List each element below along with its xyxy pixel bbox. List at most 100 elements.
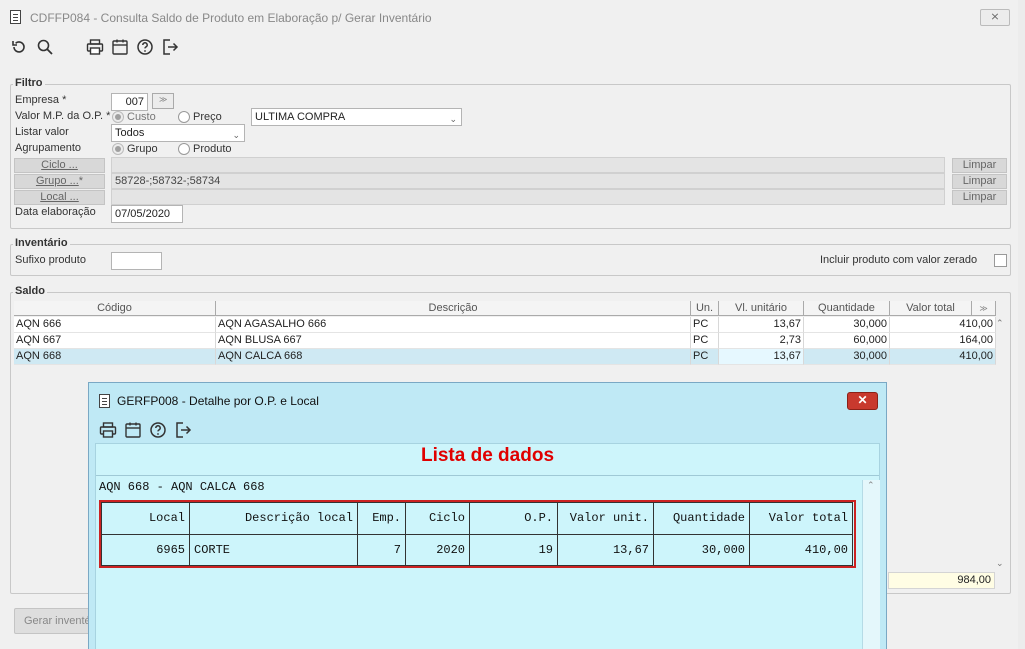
window-title: CDFFP084 - Consulta Saldo de Produto em … (30, 11, 432, 25)
lista-de-dados-heading: Lista de dados (420, 445, 555, 466)
table-cell[interactable]: 164,00 (890, 333, 996, 349)
grupo-field: 58728-;58732-;58734 (111, 173, 945, 189)
col-header-un[interactable]: Un. (691, 301, 719, 316)
chevron-down-icon: ⌄ (232, 130, 240, 140)
grupo-limpar-button[interactable]: Limpar (952, 174, 1007, 189)
local-button-label: Local ... (40, 191, 79, 203)
table-cell[interactable]: PC (691, 333, 719, 349)
exit-icon[interactable] (174, 421, 192, 439)
table-cell[interactable]: AQN AGASALHO 666 (216, 317, 691, 333)
document-icon (99, 394, 110, 408)
dialog-toolbar (99, 421, 199, 441)
table-cell[interactable]: PC (691, 317, 719, 333)
dialog-close-button[interactable]: ✕ (847, 392, 878, 410)
print-icon[interactable] (99, 421, 117, 439)
ciclo-button[interactable]: Ciclo ... (14, 158, 105, 173)
preco-select-value: ULTIMA COMPRA (255, 111, 346, 123)
col-header-codigo[interactable]: Código (14, 301, 216, 316)
scroll-up-icon[interactable]: ⌃ (867, 480, 875, 491)
grupo-button-label: Grupo ... (35, 175, 79, 187)
document-icon (10, 10, 21, 24)
local-button[interactable]: Local ... (14, 190, 105, 205)
saldo-label: Saldo (13, 285, 47, 297)
empresa-label: Empresa * (15, 94, 67, 106)
dialog-title-bar: GERFP008 - Detalhe por O.P. e Local ✕ (89, 383, 886, 417)
table-cell[interactable]: PC (691, 349, 719, 365)
divider (96, 475, 879, 476)
col-header-quantidade[interactable]: Quantidade (804, 301, 890, 316)
table-cell[interactable]: 2,73 (719, 333, 804, 349)
filtro-label: Filtro (13, 77, 45, 89)
produto-radio[interactable] (178, 143, 190, 155)
window-edge (1018, 0, 1025, 649)
table-cell[interactable]: 60,000 (804, 333, 890, 349)
table-cell[interactable]: 30,000 (804, 317, 890, 333)
ciclo-limpar-button[interactable]: Limpar (952, 158, 1007, 173)
col-header-valor-total[interactable]: Valor total (890, 301, 972, 316)
empresa-input[interactable]: 007 (111, 93, 148, 111)
search-icon[interactable] (36, 38, 54, 56)
produto-radio-label: Produto (193, 143, 232, 155)
preco-select[interactable]: ULTIMA COMPRA ⌄ (251, 108, 462, 126)
grupo-button[interactable]: Grupo ...* (14, 174, 105, 189)
table-cell[interactable]: 13,67 (719, 349, 804, 365)
calendar-icon[interactable] (111, 38, 129, 56)
table-cell[interactable]: AQN CALCA 668 (216, 349, 691, 365)
highlight-frame (99, 500, 856, 568)
ciclo-button-label: Ciclo ... (41, 159, 78, 171)
dialog-scrollbar[interactable]: ⌃ (862, 480, 880, 649)
table-cell[interactable]: 410,00 (890, 317, 996, 333)
exit-icon[interactable] (161, 38, 179, 56)
column-chooser-button[interactable]: ≫ (972, 301, 996, 316)
local-field (111, 189, 945, 205)
scroll-up-icon[interactable]: ⌃ (996, 318, 1004, 329)
table-cell[interactable]: AQN BLUSA 667 (216, 333, 691, 349)
preco-radio[interactable] (178, 111, 190, 123)
data-elaboracao-label: Data elaboração (15, 206, 96, 218)
listar-valor-value: Todos (115, 127, 145, 139)
table-cell[interactable]: 30,000 (804, 349, 890, 365)
close-button[interactable]: ⨯ (980, 9, 1010, 26)
listar-valor-select[interactable]: Todos ⌄ (111, 124, 245, 142)
required-mark: * (78, 175, 84, 187)
sufixo-produto-input[interactable] (111, 252, 162, 270)
refresh-icon[interactable] (10, 38, 28, 56)
custo-radio[interactable] (112, 111, 124, 123)
table-cell[interactable]: AQN 668 (14, 349, 216, 365)
empresa-lookup-button[interactable]: ≫ (152, 93, 174, 109)
col-header-descricao[interactable]: Descrição (216, 301, 691, 316)
chevron-down-icon: ⌄ (449, 114, 457, 124)
table-cell[interactable]: AQN 666 (14, 317, 216, 333)
dialog-title: GERFP008 - Detalhe por O.P. e Local (117, 394, 319, 408)
ciclo-field (111, 157, 945, 173)
toolbar (10, 38, 190, 58)
column-chooser-icon: ≫ (979, 304, 988, 313)
detail-subtitle: AQN 668 - AQN CALCA 668 (99, 480, 265, 494)
lookup-icon: ≫ (159, 95, 168, 104)
inventario-label: Inventário (13, 237, 70, 249)
print-icon[interactable] (86, 38, 104, 56)
table-cell[interactable]: 410,00 (890, 349, 996, 365)
saldo-grid: Código Descrição Un. Vl. unitário Quanti… (14, 301, 996, 365)
agrupamento-label: Agrupamento (15, 142, 82, 154)
table-cell[interactable]: AQN 667 (14, 333, 216, 349)
gerar-inventario-button[interactable]: Gerar inventé (14, 608, 94, 634)
title-bar: CDFFP084 - Consulta Saldo de Produto em … (0, 0, 1025, 36)
col-header-vl-unitario[interactable]: Vl. unitário (719, 301, 804, 316)
detail-dialog: GERFP008 - Detalhe por O.P. e Local ✕ Li… (88, 382, 887, 649)
valor-mp-label: Valor M.P. da O.P. * (15, 110, 111, 122)
calendar-icon[interactable] (124, 421, 142, 439)
table-cell[interactable]: 13,67 (719, 317, 804, 333)
help-icon[interactable] (149, 421, 167, 439)
data-elaboracao-input[interactable]: 07/05/2020 (111, 205, 183, 223)
grupo-radio[interactable] (112, 143, 124, 155)
sufixo-produto-label: Sufixo produto (15, 254, 86, 266)
scroll-down-icon[interactable]: ⌄ (996, 558, 1004, 569)
local-limpar-button[interactable]: Limpar (952, 190, 1007, 205)
listar-valor-label: Listar valor (15, 126, 69, 138)
incluir-zerado-checkbox[interactable] (994, 254, 1007, 267)
preco-radio-label: Preço (193, 111, 222, 123)
help-icon[interactable] (136, 38, 154, 56)
incluir-zerado-label: Incluir produto com valor zerado (820, 254, 978, 266)
custo-radio-label: Custo (127, 111, 156, 123)
